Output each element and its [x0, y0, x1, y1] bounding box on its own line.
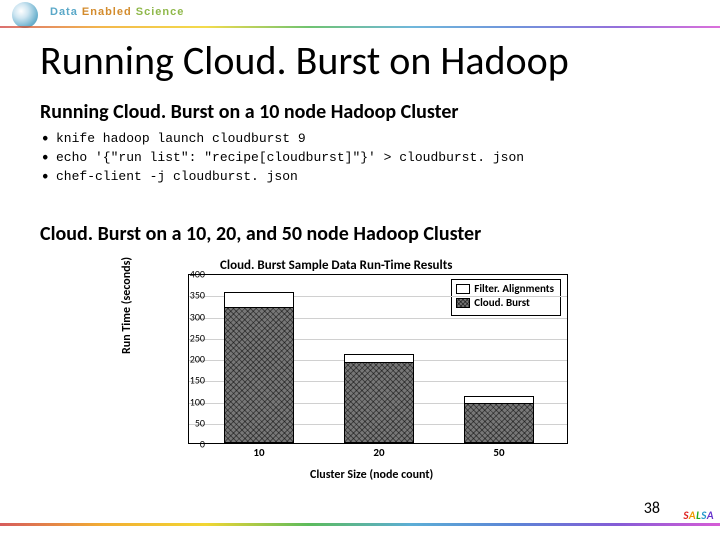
command-list: •knife hadoop launch cloudburst 9 •echo …: [42, 130, 524, 187]
chart-ytick: 400: [165, 268, 205, 281]
command-text: echo '{"run list": "recipe[cloudburst]"}…: [56, 150, 524, 165]
top-divider: [0, 26, 720, 28]
brand-orb-icon: [12, 2, 38, 28]
command-item: •chef-client -j cloudburst. json: [42, 168, 524, 187]
chart-xlabel: Cluster Size (node count): [310, 468, 433, 482]
command-item: •echo '{"run list": "recipe[cloudburst]"…: [42, 149, 524, 168]
brand-text: Data Enabled Science: [50, 6, 184, 18]
section-heading-1: Running Cloud. Burst on a 10 node Hadoop…: [40, 100, 459, 124]
chart-bar-group: [344, 273, 414, 443]
chart-ytick: 200: [165, 353, 205, 366]
brand-word-1: Data: [50, 6, 78, 18]
chart-bar-cloud: [344, 362, 414, 443]
chart-xtick: 20: [373, 446, 384, 459]
chart-ytick: 50: [165, 416, 205, 429]
command-item: •knife hadoop launch cloudburst 9: [42, 130, 524, 149]
chart-ytick: 350: [165, 289, 205, 302]
chart-bar-cloud: [224, 307, 294, 443]
footer-logo: SALSA: [683, 509, 714, 522]
chart: Cloud. Burst Sample Data Run-Time Result…: [130, 254, 590, 480]
chart-title: Cloud. Burst Sample Data Run-Time Result…: [220, 258, 452, 273]
chart-ytick: 250: [165, 331, 205, 344]
chart-ytick: 300: [165, 310, 205, 323]
chart-bar-group: [224, 273, 294, 443]
command-text: chef-client -j cloudburst. json: [56, 169, 298, 184]
chart-bar-group: [464, 273, 534, 443]
chart-ytick: 150: [165, 374, 205, 387]
page-title: Running Cloud. Burst on Hadoop: [40, 36, 569, 85]
chart-bar-cloud: [464, 403, 534, 443]
chart-xtick: 10: [253, 446, 264, 459]
chart-ytick: 100: [165, 395, 205, 408]
chart-ylabel: Run Time (seconds): [120, 257, 134, 354]
page-number: 38: [644, 499, 660, 518]
section-heading-2: Cloud. Burst on a 10, 20, and 50 node Ha…: [40, 222, 481, 246]
chart-plot-area: Filter. Alignments Cloud. Burst 102050: [188, 274, 568, 444]
command-text: knife hadoop launch cloudburst 9: [56, 131, 306, 146]
brand-word-2: Enabled: [82, 6, 132, 18]
chart-xtick: 50: [493, 446, 504, 459]
chart-ytick: 0: [165, 438, 205, 451]
brand-word-3: Science: [136, 6, 185, 18]
bottom-divider: [0, 523, 720, 526]
